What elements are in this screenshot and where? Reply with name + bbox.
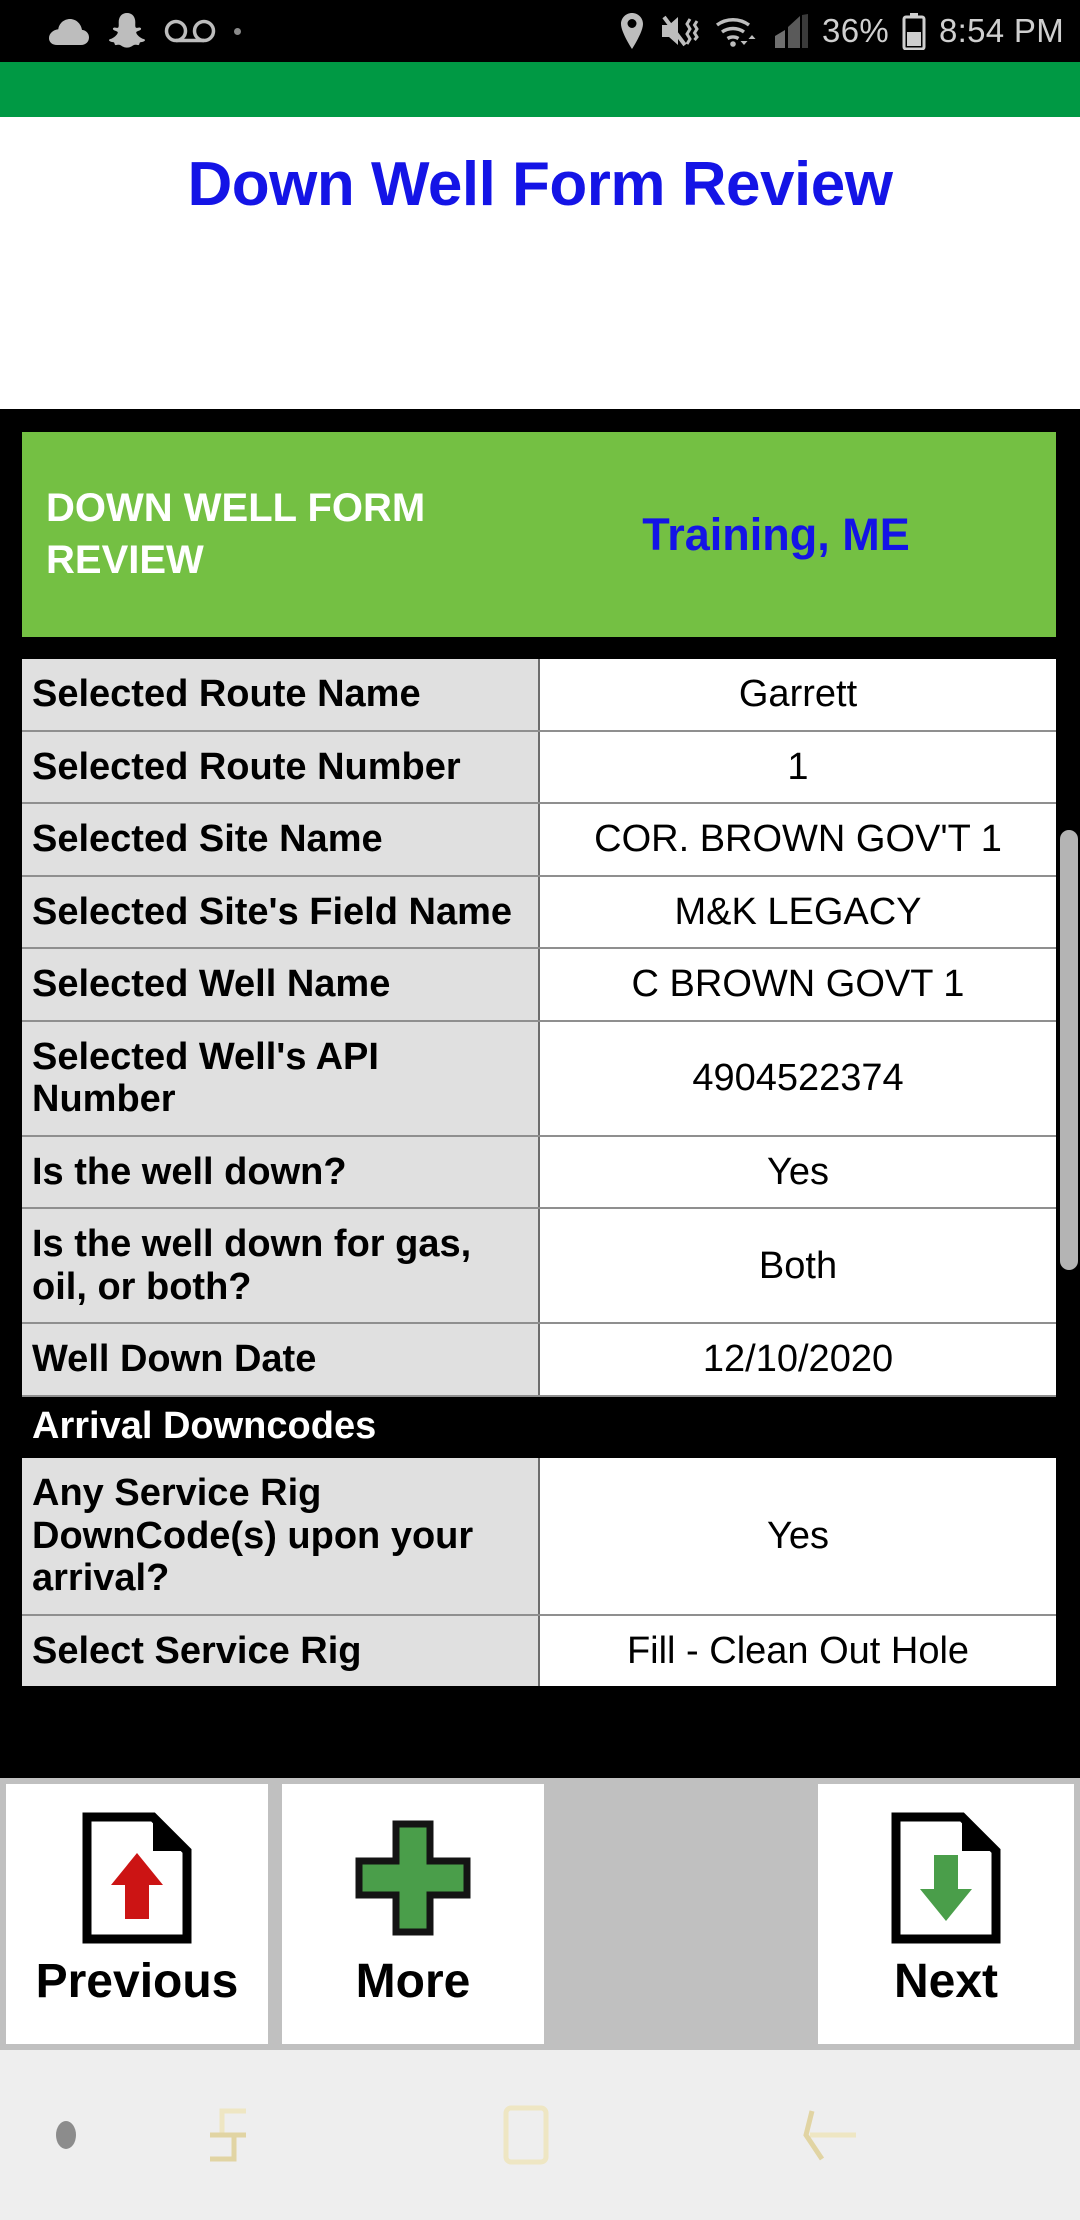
next-button[interactable]: Next xyxy=(818,1784,1074,2044)
form-header-banner: DOWN WELL FORM REVIEW Training, ME xyxy=(22,432,1056,637)
cell-signal-icon xyxy=(775,14,809,48)
bottom-toolbar: Previous More Next xyxy=(0,1778,1080,2050)
voicemail-icon xyxy=(164,19,216,43)
table-row[interactable]: Well Down Date 12/10/2020 xyxy=(22,1324,1056,1398)
table-row-label: Selected Route Number xyxy=(22,731,540,803)
status-bar-notifications xyxy=(46,11,241,51)
table-row-value: 1 xyxy=(540,731,1056,803)
status-clock: 8:54 PM xyxy=(939,12,1064,49)
table-row[interactable]: Selected Well's API Number 4904522374 xyxy=(22,1021,1056,1137)
table-row-value: C BROWN GOVT 1 xyxy=(540,949,1056,1020)
more-button[interactable]: More xyxy=(282,1784,544,2044)
home-icon[interactable] xyxy=(500,2104,552,2166)
vertical-scrollbar[interactable] xyxy=(1060,830,1078,1270)
battery-percent-label: 36% xyxy=(822,12,889,49)
table-row-label: Well Down Date xyxy=(22,1324,540,1396)
mute-vibrate-icon xyxy=(662,15,699,47)
table-row[interactable]: Is the well down for gas, oil, or both? B… xyxy=(22,1209,1056,1325)
table-row-label: Select Service Rig xyxy=(22,1615,540,1687)
table-row[interactable]: Selected Site Name COR. BROWN GOV'T 1 xyxy=(22,804,1056,877)
dot-icon xyxy=(56,2121,76,2149)
status-bar-system: 36% 8:54 PM xyxy=(618,0,1064,62)
dot-icon xyxy=(234,27,241,35)
table-row-label: Selected Site Name xyxy=(22,804,540,875)
table-row[interactable]: Any Service Rig DownCode(s) upon your ar… xyxy=(22,1458,1056,1616)
android-nav-bar xyxy=(0,2050,1080,2220)
snapchat-icon xyxy=(108,13,146,48)
table-row-label: Is the well down? xyxy=(22,1136,540,1208)
green-plus-icon xyxy=(351,1808,475,1948)
form-header-title: DOWN WELL FORM REVIEW xyxy=(46,486,426,582)
cloud-icon xyxy=(49,19,89,45)
table-row[interactable]: Selected Route Name Garrett xyxy=(22,659,1056,732)
table-row-label: Selected Route Name xyxy=(22,659,540,730)
toolbar-empty-slot xyxy=(544,1778,818,2050)
more-button-label: More xyxy=(355,1955,471,2008)
wifi-icon xyxy=(716,18,756,47)
location-pin-icon xyxy=(621,13,644,49)
table-row-value: 4904522374 xyxy=(540,1021,1056,1135)
back-icon[interactable] xyxy=(800,2105,860,2165)
form-header-location: Training, ME xyxy=(642,508,910,560)
page-title: Down Well Form Review xyxy=(187,150,893,219)
table-row-value: Yes xyxy=(540,1136,1056,1208)
form-content-area[interactable]: DOWN WELL FORM REVIEW Training, ME Selec… xyxy=(0,409,1080,1778)
table-row-label: Selected Well's API Number xyxy=(22,1021,540,1135)
document-down-arrow-icon xyxy=(890,1808,1002,1948)
table-row-value: 12/10/2020 xyxy=(540,1324,1056,1396)
table-section-header: Arrival Downcodes xyxy=(22,1397,1056,1459)
table-row-label: Is the well down for gas, oil, or both? xyxy=(22,1209,540,1323)
table-row-label: Any Service Rig DownCode(s) upon your ar… xyxy=(22,1458,540,1614)
table-row-value: Both xyxy=(540,1209,1056,1323)
table-row[interactable]: Selected Well Name C BROWN GOVT 1 xyxy=(22,949,1056,1022)
previous-button-label: Previous xyxy=(35,1955,239,2008)
next-button-label: Next xyxy=(893,1955,999,2008)
form-review-table: Selected Route Name Garrett Selected Route… xyxy=(22,659,1056,1687)
table-row-value: COR. BROWN GOV'T 1 xyxy=(540,804,1056,875)
table-row-label: Selected Well Name xyxy=(22,949,540,1020)
table-row[interactable]: Select Service Rig Fill - Clean Out Hole xyxy=(22,1615,1056,1687)
table-row-value: M&K LEGACY xyxy=(540,876,1056,948)
table-row[interactable]: Selected Route Number 1 xyxy=(22,731,1056,805)
table-row-label: Selected Site's Field Name xyxy=(22,876,540,948)
table-row[interactable]: Selected Site's Field Name M&K LEGACY xyxy=(22,876,1056,950)
app-bar xyxy=(0,62,1080,117)
previous-button[interactable]: Previous xyxy=(6,1784,268,2044)
recents-icon[interactable] xyxy=(198,2105,258,2165)
table-row-value: Fill - Clean Out Hole xyxy=(540,1615,1056,1687)
title-area: Down Well Form Review xyxy=(0,117,1080,409)
document-up-arrow-icon xyxy=(81,1808,193,1948)
battery-icon xyxy=(902,13,926,50)
table-row-value: Yes xyxy=(540,1458,1056,1614)
table-row-value: Garrett xyxy=(540,659,1056,730)
table-row[interactable]: Is the well down? Yes xyxy=(22,1136,1056,1210)
status-bar: 36% 8:54 PM xyxy=(0,0,1080,62)
